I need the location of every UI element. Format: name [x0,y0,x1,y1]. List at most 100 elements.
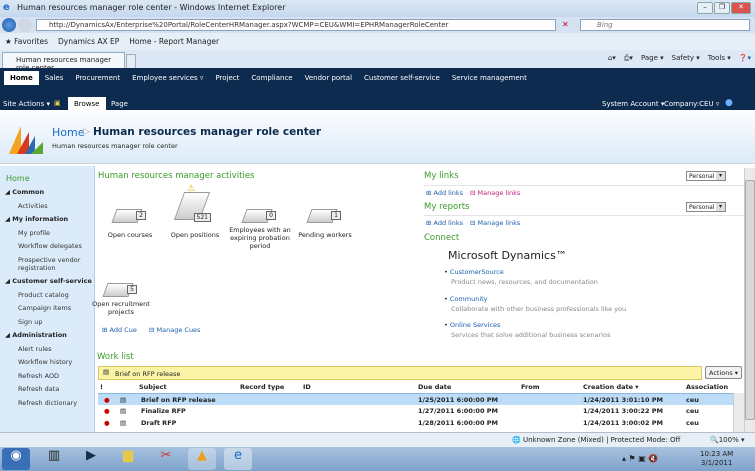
tools-menu[interactable]: Tools ▾ [708,54,731,63]
tab-page[interactable]: Page [111,100,128,108]
nav-sales[interactable]: Sales [39,71,70,85]
fav-item[interactable]: Home - Report Manager [129,37,219,50]
cue-stack-icon: 0 [241,203,278,225]
nav-service-management[interactable]: Service management [446,71,533,85]
table-row[interactable]: ● ▤ Finalize RFP 1/27/2011 6:00:00 PM 1/2… [98,405,733,417]
forward-button[interactable] [18,18,32,32]
window-title-bar: e Human resources manager role center - … [0,0,755,17]
taskbar-explorer-icon[interactable]: ▆ [114,448,142,470]
minimize-button[interactable]: – [697,2,713,14]
sidebar-item-refresh-data[interactable]: Refresh data [18,385,59,393]
account-menu[interactable]: System Account ▾ [602,100,664,108]
search-input[interactable]: Bing [580,19,750,31]
col-priority[interactable]: ! [100,383,103,391]
col-from[interactable]: From [521,383,539,391]
zoom-control[interactable]: 🔍100% ▾ [710,436,744,444]
tab-browse[interactable]: Browse [68,97,106,111]
document-icon: ▤ [120,419,127,427]
sidebar-section-my-information[interactable]: ◢ My information [5,215,68,223]
high-priority-icon: ● [104,407,110,415]
page-menu[interactable]: Page ▾ [641,54,664,63]
new-tab-button[interactable] [126,54,136,68]
window-title: Human resources manager role center - Wi… [17,3,286,12]
company-menu[interactable]: Company:CEU ▿ [664,100,719,108]
edit-page-icon[interactable]: ▣ [54,99,61,107]
my-reports-add[interactable]: ⊞ Add links [426,219,463,227]
manage-cues-link[interactable]: ⊟ Manage Cues [149,326,200,334]
add-cue-link[interactable]: ⊞ Add Cue [102,326,137,334]
col-id[interactable]: ID [303,383,311,391]
sidebar-section-administration[interactable]: ◢ Administration [5,331,67,339]
start-button[interactable]: ◉ [2,448,30,470]
status-bar: 🌐 Unknown Zone (Mixed) | Protected Mode:… [0,432,755,447]
col-due-date[interactable]: Due date [418,383,451,391]
col-subject[interactable]: Subject [139,383,167,391]
url-input[interactable]: http://DynamicsAx/Enterprise%20Portal/Ro… [36,19,556,31]
nav-project[interactable]: Project [209,71,245,85]
nav-home[interactable]: Home [4,71,39,85]
customersource-link[interactable]: CustomerSource [450,268,504,276]
close-button[interactable]: ✕ [731,2,751,14]
table-row[interactable]: ● ▤ Brief on RFP release 1/25/2011 6:00:0… [98,393,733,405]
help-icon[interactable]: ❓▾ [739,54,751,63]
tray-icons[interactable]: ▴ ⚑ ▣ 🔇 [622,454,658,463]
taskbar-dynamics-icon[interactable]: ▲ [188,448,216,470]
table-row[interactable]: ● ▤ Draft RFP 1/28/2011 6:00:00 PM 1/24/2… [98,417,733,429]
print-icon[interactable]: ⎙▾ [624,54,633,63]
maximize-button[interactable]: ❐ [714,2,730,14]
actions-button[interactable]: Actions ▾ [705,366,742,379]
favorites-button[interactable]: ★ Favorites [5,37,48,50]
clock[interactable]: 10:23 AM 3/1/2011 [700,450,733,468]
worklist-scrollbar[interactable] [733,393,744,432]
sidebar-item-prospective-vendor-registration[interactable]: Prospective vendor registration [18,256,90,272]
safety-menu[interactable]: Safety ▾ [672,54,700,63]
community-link[interactable]: Community [450,295,488,303]
sidebar-item-product-catalog[interactable]: Product catalog [18,291,69,299]
my-links-select[interactable]: Personal [686,171,726,181]
stop-icon[interactable]: ✕ [562,20,569,29]
home-icon[interactable]: ⌂▾ [608,54,616,63]
site-actions-menu[interactable]: Site Actions ▾ [3,100,50,108]
col-association[interactable]: Association [686,383,728,391]
my-reports-manage[interactable]: ⊟ Manage links [470,219,520,227]
sidebar-home[interactable]: Home [6,174,30,183]
taskbar-ie-icon[interactable]: e [224,448,252,470]
sidebar-item-workflow-history[interactable]: Workflow history [18,358,72,366]
my-reports-title: My reports [424,202,470,212]
sidebar-item-workflow-delegates[interactable]: Workflow delegates [18,242,82,250]
breadcrumb-home[interactable]: Home [52,126,84,139]
cue-open-recruitment-projects[interactable]: 5 Open recruitment projects [90,277,152,316]
sidebar-section-common[interactable]: ◢ Common [5,188,44,196]
taskbar-snipping-icon[interactable]: ✂ [152,448,180,470]
nav-employee-services[interactable]: Employee services ▿ [126,71,209,85]
link-description: Collaborate with other business professi… [451,304,627,313]
nav-procurement[interactable]: Procurement [69,71,126,85]
sidebar-section-customer-self-service[interactable]: ◢ Customer self-service [5,277,92,285]
col-creation-date[interactable]: Creation date ▾ [583,383,639,391]
help-icon[interactable]: ● [725,98,733,108]
my-reports-select[interactable]: Personal [686,202,726,212]
nav-vendor-portal[interactable]: Vendor portal [299,71,358,85]
cue-pending-workers[interactable]: 1 Pending workers [285,203,365,239]
sidebar-item-campaign-items[interactable]: Campaign items [18,304,71,312]
sidebar-item-sign-up[interactable]: Sign up [18,318,43,326]
sidebar-item-alert-rules[interactable]: Alert rules [18,345,52,353]
sidebar-item-refresh-aod[interactable]: Refresh AOD [18,372,59,380]
back-button[interactable] [2,18,16,32]
connect-list: • CustomerSource Product news, resources… [444,268,627,339]
page-scrollbar[interactable] [744,168,755,432]
my-links-add[interactable]: ⊞ Add links [426,189,463,197]
taskbar-computer-icon[interactable]: ▥ [40,448,68,470]
taskbar-powershell-icon[interactable]: ▶ [77,448,105,470]
sidebar-item-refresh-dictionary[interactable]: Refresh dictionary [18,399,77,407]
page-subtitle: Human resources manager role center [52,142,178,150]
nav-customer-self-service[interactable]: Customer self-service [358,71,446,85]
nav-compliance[interactable]: Compliance [245,71,298,85]
online-services-link[interactable]: Online Services [450,321,500,329]
fav-item[interactable]: Dynamics AX EP [58,37,119,50]
sidebar-item-my-profile[interactable]: My profile [18,229,50,237]
col-record-type[interactable]: Record type [240,383,284,391]
browser-tab[interactable]: Human resources manager role center [2,52,125,72]
my-links-manage[interactable]: ⊟ Manage links [470,189,520,197]
sidebar-item-activities[interactable]: Activities [18,202,48,210]
